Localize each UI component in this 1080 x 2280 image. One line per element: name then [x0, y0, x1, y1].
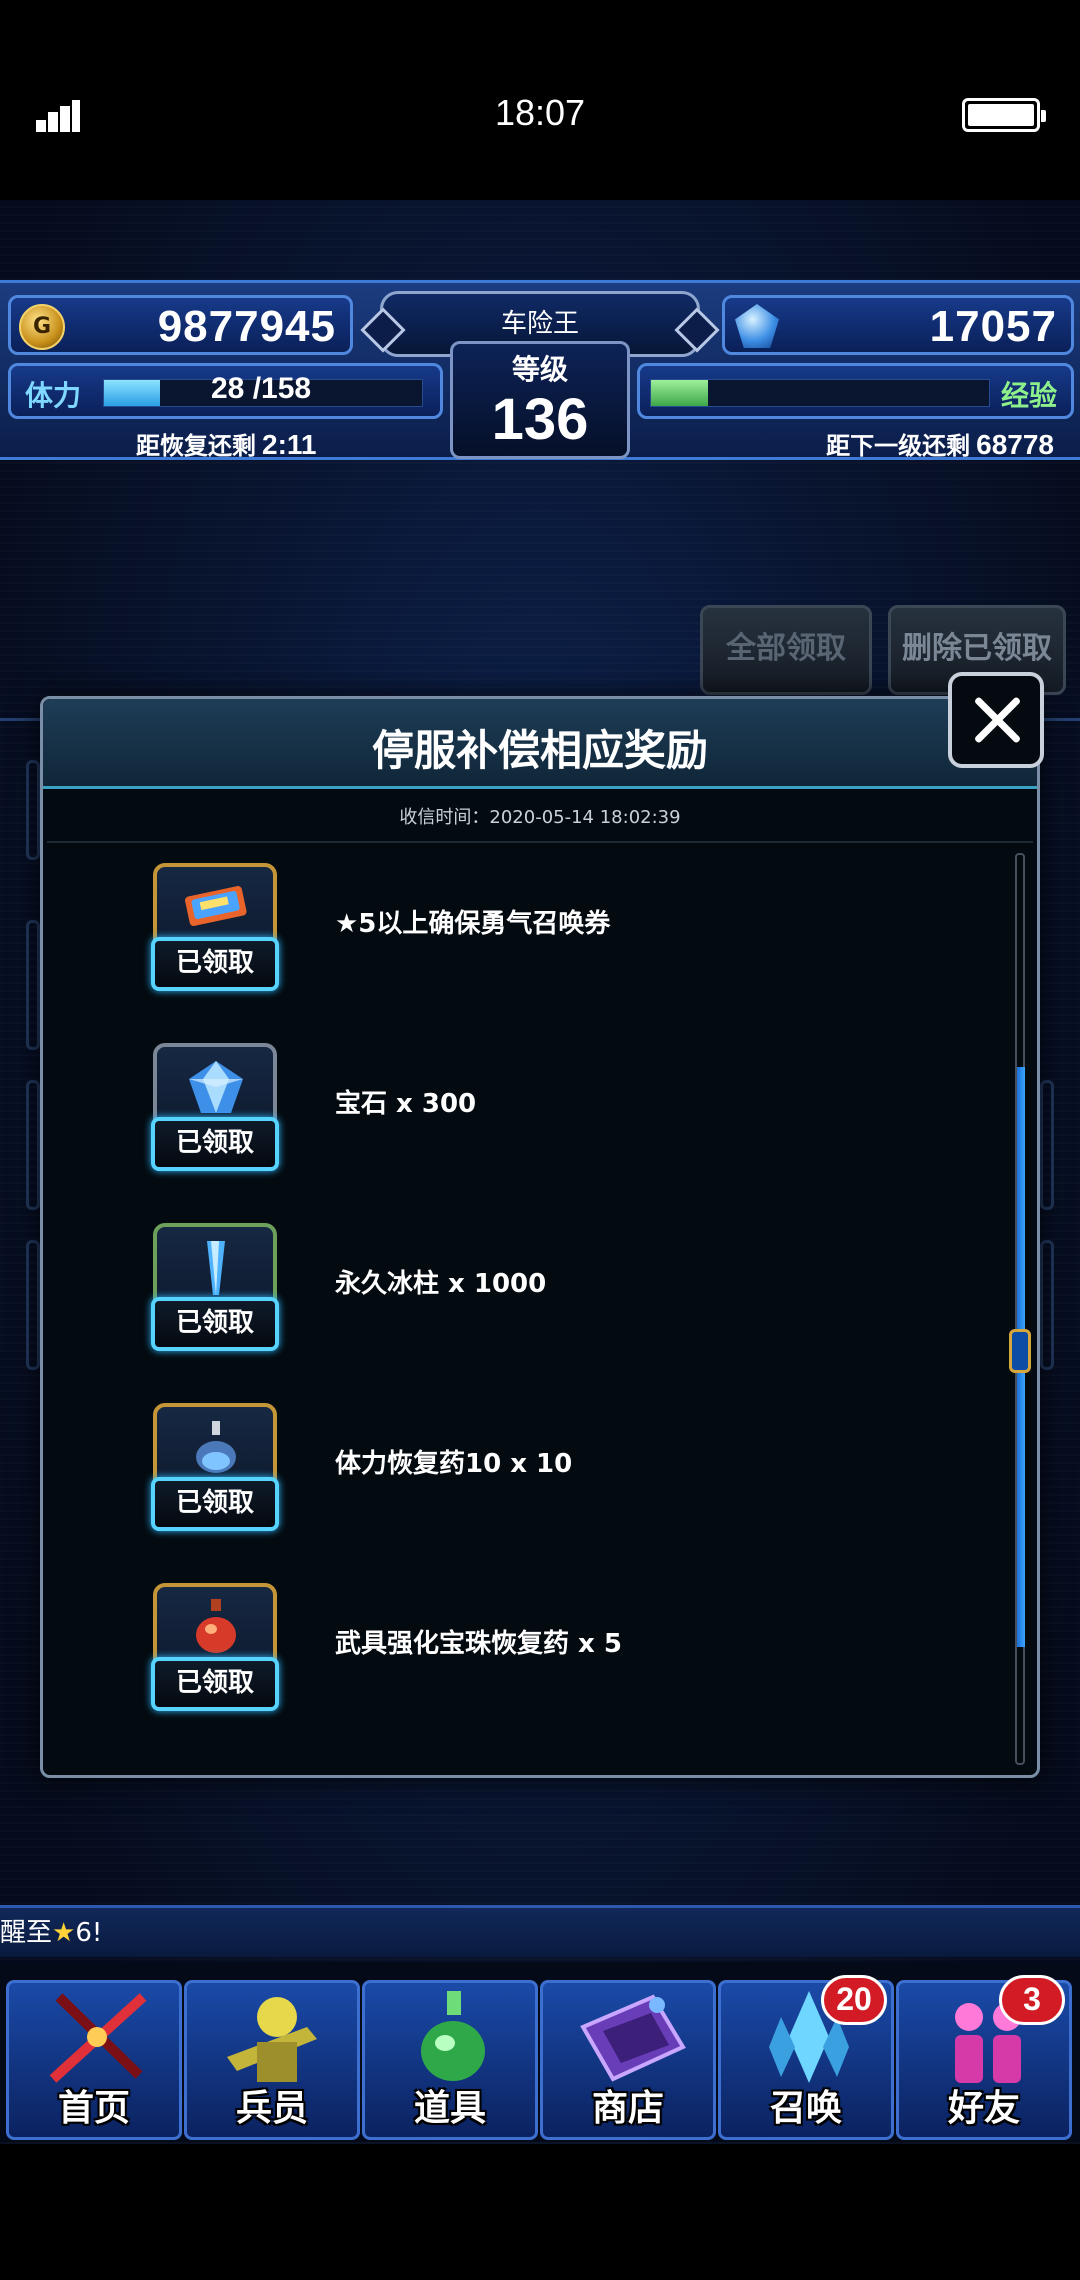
- nav-home[interactable]: 首页: [6, 1980, 182, 2140]
- nav-label: 召唤: [769, 2088, 842, 2129]
- sword-icon: [49, 1993, 147, 2083]
- recover-timer: 距恢复还剩 2:11: [136, 426, 317, 461]
- claim-all-button[interactable]: 全部领取: [700, 605, 872, 695]
- shop-icon: [580, 1994, 686, 2082]
- gem-icon: [735, 304, 779, 348]
- ticker-suffix: 6!: [75, 1918, 103, 1948]
- recover-time: 2:11: [262, 429, 317, 460]
- friend-request-badge: 3: [999, 1975, 1065, 2025]
- background-list-edge: [1040, 1240, 1054, 1370]
- coin-count: 9877945: [157, 302, 336, 351]
- next-level-exp: 68778: [976, 429, 1054, 460]
- nav-label: 商店: [591, 2088, 664, 2129]
- reward-label: 宝石 x 300: [335, 1089, 477, 1119]
- status-time: 18:07: [494, 92, 586, 133]
- stamina-label: 体力: [25, 379, 82, 412]
- soldier-icon: [227, 1997, 317, 2082]
- next-level-info: 距下一级还剩 68778: [826, 426, 1054, 461]
- player-plate: 车险王 等级 136: [360, 283, 720, 463]
- reward-label: ★5以上确保勇气召唤券: [335, 909, 611, 939]
- close-button[interactable]: [948, 672, 1044, 768]
- reward-label: 体力恢复药10 x 10: [335, 1449, 573, 1479]
- dialog-header: 停服补偿相应奖励: [43, 699, 1037, 789]
- top-hud: G 9877945 17057 体力 28 /158 经验 距恢复还剩 2:11 …: [0, 280, 1080, 460]
- nav-label: 道具: [413, 2088, 486, 2129]
- list-item: 已领取 宝石 x 300: [43, 1043, 1037, 1183]
- nav-units[interactable]: 兵员: [184, 1980, 360, 2140]
- claimed-badge: 已领取: [151, 1297, 279, 1351]
- nav-label: 首页: [57, 2088, 130, 2129]
- dialog-title: 停服补偿相应奖励: [371, 726, 708, 775]
- nav-label: 好友: [947, 2088, 1020, 2129]
- news-ticker: 醒至★6!: [0, 1905, 1080, 1957]
- received-time: 收信时间：2020-05-14 18:02:39: [399, 807, 681, 828]
- recover-label: 距恢复还剩: [136, 432, 256, 460]
- level-number: 136: [491, 387, 589, 452]
- nav-items[interactable]: 道具: [362, 1980, 538, 2140]
- list-item: 已领取 ★5以上确保勇气召唤券: [43, 863, 1037, 1003]
- status-bar: 18:07: [0, 0, 1080, 200]
- gem-count: 17057: [929, 302, 1057, 351]
- reward-label: 武具强化宝珠恢复药 x 5: [335, 1629, 622, 1659]
- reward-dialog: 停服补偿相应奖励 收信时间：2020-05-14 18:02:39 已领取 ★5…: [40, 696, 1040, 1778]
- level-plate: 等级 136: [450, 341, 630, 459]
- stamina-value: 28 /158: [211, 372, 312, 405]
- coin-panel: G 9877945: [8, 295, 353, 355]
- coin-icon: G: [19, 304, 65, 350]
- background-list-edge: [1040, 1080, 1054, 1210]
- scrollbar-thumb[interactable]: [1009, 1329, 1031, 1373]
- bottom-nav: 首页 兵员 道具 商店 召唤 20 好友 3: [0, 1962, 1080, 2142]
- stamina-bar-fill: [104, 380, 161, 406]
- list-item: 已领取 武具强化宝珠恢复药 x 5: [43, 1583, 1037, 1723]
- background-list-edge: [26, 1240, 40, 1370]
- nav-friends[interactable]: 好友 3: [896, 1975, 1072, 2140]
- background-list-edge: [26, 760, 40, 860]
- background-list-edge: [26, 920, 40, 1050]
- summon-count-badge: 20: [821, 1975, 887, 2025]
- star-icon: ★: [52, 1918, 76, 1948]
- claimed-badge: 已领取: [151, 1477, 279, 1531]
- nav-summon[interactable]: 召唤 20: [718, 1975, 894, 2140]
- bottom-bar: [0, 2144, 1080, 2280]
- dialog-divider: [47, 841, 1033, 843]
- reward-label: 永久冰柱 x 1000: [335, 1269, 547, 1299]
- level-label: 等级: [511, 353, 568, 386]
- claimed-badge: 已领取: [151, 1657, 279, 1711]
- background-list-edge: [26, 1080, 40, 1210]
- potion-icon: [421, 1991, 485, 2081]
- battery-icon: [962, 98, 1046, 132]
- list-item: 已领取 永久冰柱 x 1000: [43, 1223, 1037, 1363]
- nav-shop[interactable]: 商店: [540, 1980, 716, 2140]
- next-level-label: 距下一级还剩: [826, 432, 971, 460]
- claimed-badge: 已领取: [151, 937, 279, 991]
- nav-label: 兵员: [235, 2088, 308, 2129]
- ticker-prefix: 醒至: [0, 1918, 53, 1948]
- exp-label: 经验: [1000, 379, 1057, 412]
- gem-panel: 17057: [722, 295, 1074, 355]
- claimed-badge: 已领取: [151, 1117, 279, 1171]
- list-item: 已领取 体力恢复药10 x 10: [43, 1403, 1037, 1543]
